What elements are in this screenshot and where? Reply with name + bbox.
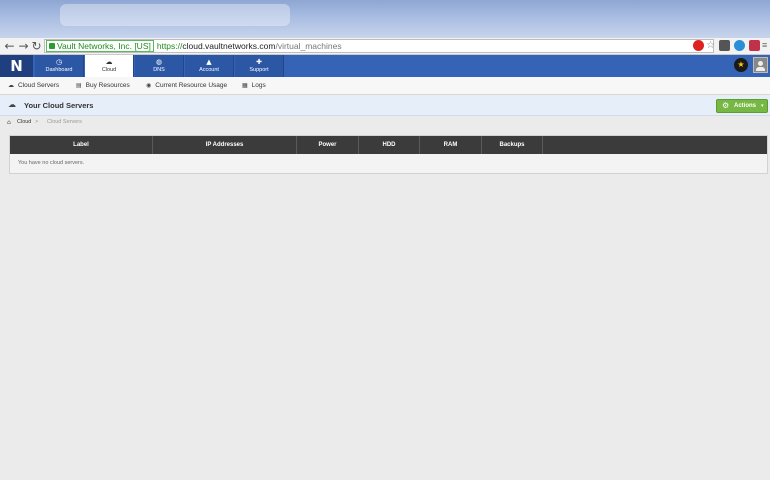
ev-certificate-badge[interactable]: Vault Networks, Inc. [US] [46, 40, 154, 52]
ev-label: Vault Networks, Inc. [US] [57, 41, 151, 51]
logo[interactable]: N [0, 55, 33, 77]
breadcrumb: ⌂ Cloud > Cloud Servers [0, 116, 770, 129]
column-header-power[interactable]: Power [297, 136, 359, 154]
tab-label: Support [249, 67, 269, 73]
subnav-label: Buy Resources [85, 82, 130, 89]
cloud-icon: ☁ [8, 82, 14, 89]
back-icon[interactable]: ← [3, 39, 16, 53]
column-header-hdd[interactable]: HDD [359, 136, 420, 154]
lock-icon [49, 43, 55, 49]
logs-icon: ▦ [242, 82, 248, 89]
extension-blue-icon[interactable] [734, 40, 745, 51]
breadcrumb-separator: > [35, 119, 39, 125]
column-header-label[interactable]: Label [10, 136, 153, 154]
pocket-icon[interactable] [749, 40, 760, 51]
column-header-ram[interactable]: RAM [420, 136, 482, 154]
page-header: ☁ Your Cloud Servers ⚙ Actions ▾ [0, 96, 770, 116]
tab-label: Dashboard [45, 67, 73, 73]
url-protocol: https:// [156, 41, 183, 51]
empty-table-message: You have no cloud servers. [18, 160, 85, 166]
cloud-icon: ☁ [105, 58, 113, 66]
column-header-backups[interactable]: Backups [482, 136, 543, 154]
tab-label: DNS [153, 67, 165, 73]
tab-label: Account [199, 67, 219, 73]
subnav-item-buy-resources[interactable]: ▤ Buy Resources [76, 77, 130, 95]
subnav-label: Cloud Servers [18, 82, 60, 89]
user-icon: ▲ [206, 58, 212, 66]
servers-table: Label IP Addresses Power HDD RAM Backups… [9, 135, 768, 174]
browser-toolbar: ← → ↻ Vault Networks, Inc. [US] https://c… [0, 38, 770, 55]
app-navbar: N ◷ Dashboard ☁ Cloud ◍ DNS ▲ Account ✚ … [0, 55, 770, 77]
breadcrumb-item-cloud[interactable]: Cloud [17, 116, 31, 129]
tab-label: Cloud [101, 67, 117, 73]
browser-titlebar [0, 0, 770, 38]
avatar[interactable] [753, 57, 768, 73]
subnav-item-current-resource-usage[interactable]: ◉ Current Resource Usage [146, 77, 227, 95]
star-icon[interactable]: ★ [734, 58, 748, 72]
cloud-icon: ☁ [8, 100, 16, 109]
browser-tab-area [60, 4, 290, 26]
url-host: cloud.vaultnetworks.com [182, 41, 276, 51]
gauge-icon: ◉ [146, 82, 152, 89]
subnav-item-cloud-servers[interactable]: ☁ Cloud Servers [8, 77, 59, 95]
actions-label: Actions [734, 103, 757, 109]
subnav: ☁ Cloud Servers ▤ Buy Resources ◉ Current R… [0, 77, 770, 95]
subnav-item-logs[interactable]: ▦ Logs [242, 77, 266, 95]
page-title: Your Cloud Servers [24, 101, 94, 110]
lifebuoy-icon: ✚ [256, 58, 262, 66]
forward-icon[interactable]: → [17, 39, 30, 53]
subnav-label: Current Resource Usage [155, 82, 228, 89]
reload-icon[interactable]: ↻ [30, 39, 43, 53]
menu-icon[interactable]: ≡ [762, 40, 768, 51]
tab-dns[interactable]: ◍ DNS [135, 55, 184, 77]
tab-cloud[interactable]: ☁ Cloud [85, 55, 134, 77]
breadcrumb-item-cloud-servers: Cloud Servers [47, 119, 82, 125]
dashboard-icon: ◷ [55, 58, 63, 66]
actions-button[interactable]: ⚙ Actions ▾ [716, 99, 768, 113]
extension-dark-icon[interactable] [719, 40, 730, 51]
table-header: Label IP Addresses Power HDD RAM Backups [10, 136, 767, 154]
cart-icon: ▤ [76, 82, 82, 89]
bookmark-star-icon[interactable]: ☆ [705, 40, 716, 51]
subnav-label: Logs [251, 82, 266, 89]
column-header-ip-addresses[interactable]: IP Addresses [153, 136, 297, 154]
tab-account[interactable]: ▲ Account [185, 55, 234, 77]
extension-red-icon[interactable] [693, 40, 704, 51]
url-path: /virtual_machines [275, 41, 342, 51]
globe-icon: ◍ [155, 58, 163, 66]
tab-dashboard[interactable]: ◷ Dashboard [35, 55, 84, 77]
chevron-down-icon: ▾ [761, 103, 764, 109]
gear-icon: ⚙ [722, 101, 730, 110]
tab-support[interactable]: ✚ Support [235, 55, 284, 77]
home-icon[interactable]: ⌂ [7, 116, 11, 129]
address-bar[interactable]: Vault Networks, Inc. [US] https://cloud.v… [44, 39, 714, 53]
